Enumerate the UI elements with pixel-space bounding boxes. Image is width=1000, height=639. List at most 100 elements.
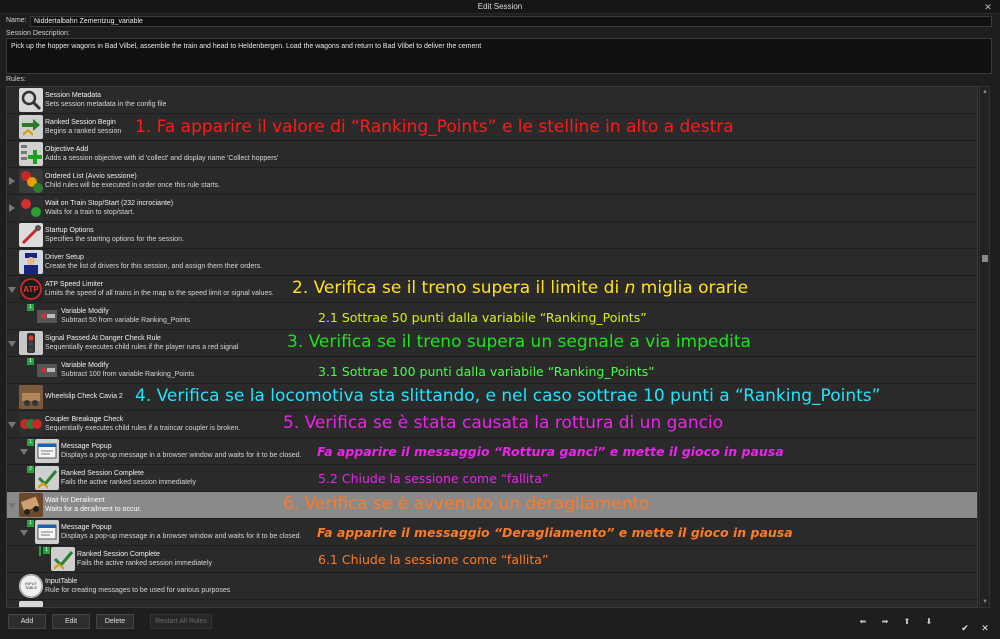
rule-row-variable-modify-50[interactable]: 1 Variable Modify Subtract 50 from varia… (7, 303, 977, 330)
rule-desc: Sequentially executes child rules if a t… (45, 425, 241, 432)
rule-row-startup-options[interactable]: Startup Options Specifies the starting o… (7, 222, 977, 249)
rule-desc: Subtract 100 from variable Ranking_Point… (61, 371, 195, 378)
rule-row-wheelslip-check[interactable]: Wheelslip Check Cavia 2 4. Verifica se l… (7, 384, 977, 411)
edit-button[interactable]: Edit (52, 614, 90, 629)
rule-desc: Begins a ranked session (45, 128, 122, 135)
name-label: Name: (6, 17, 27, 24)
title-bar: Edit Session ✕ (0, 0, 1000, 14)
annotation-2-variable: n (624, 278, 636, 298)
arrow-left-icon[interactable]: ⬅ (857, 617, 869, 627)
rules-scrollbar[interactable]: ▲ ▼ (979, 86, 990, 608)
annotation-3: 3. Verifica se il treno supera un segnal… (287, 332, 751, 352)
arrow-down-icon[interactable]: ⬇ (923, 617, 935, 627)
rule-row-signal-passed-danger[interactable]: Signal Passed At Danger Check Rule Seque… (7, 330, 977, 357)
rule-name: Session Metadata (45, 92, 102, 99)
rule-row-input-table[interactable]: INPUT TABLE InputTable Rule for creating… (7, 573, 977, 600)
rule-name: Signal Passed At Danger Check Rule (45, 335, 161, 342)
rules-list[interactable]: Session Metadata Sets session metadata i… (6, 86, 978, 608)
rule-row-message-popup-coupler[interactable]: 1 Message Popup Displays a pop-up messag… (7, 438, 977, 465)
close-icon[interactable]: ✕ (982, 1, 994, 13)
collapse-arrow-icon[interactable] (20, 449, 28, 455)
checkmark-icon[interactable]: ✔ (958, 622, 972, 635)
session-description-input[interactable]: Pick up the hopper wagons in Bad Vilbel,… (6, 38, 992, 74)
order-badge: 1 (27, 520, 34, 527)
wheelslip-icon (19, 385, 43, 409)
rule-name: Ranked Session Complete (61, 470, 144, 477)
message-popup-icon (35, 439, 59, 463)
rule-desc: Specifies the starting options for the s… (45, 236, 184, 243)
stop-start-icon (19, 196, 43, 220)
rule-row-wait-train-stop-start[interactable]: Wait on Train Stop/Start (232 incrociant… (7, 195, 977, 222)
collapse-arrow-icon[interactable] (8, 503, 16, 509)
rule-name: Message Popup (61, 524, 112, 531)
collapse-arrow-icon[interactable] (20, 530, 28, 536)
message-popup-icon (35, 520, 59, 544)
rule-name: Variable Modify (61, 308, 109, 315)
rule-row-message-popup-derailment[interactable]: 1 Message Popup Displays a pop-up messag… (7, 519, 977, 546)
rule-desc: Waits for a derailment to occur. (45, 506, 142, 513)
order-badge: 1 (43, 547, 50, 554)
delete-button[interactable]: Delete (96, 614, 134, 629)
magnifier-icon (19, 88, 43, 112)
annotation-2-start: 2. Verifica se il treno supera il limite… (292, 278, 625, 298)
variable-modify-icon (35, 304, 59, 328)
scrollbar-thumb[interactable] (982, 255, 988, 262)
rule-row-objective-add[interactable]: Objective Add Adds a session objective w… (7, 141, 977, 168)
rule-name: Driver Setup (45, 254, 84, 261)
rule-row-driver-setup[interactable]: Driver Setup Create the list of drivers … (7, 249, 977, 276)
rule-row-session-metadata[interactable]: Session Metadata Sets session metadata i… (7, 87, 977, 114)
rule-row-ranked-complete-coupler[interactable]: 2 Ranked Session Complete Fails the acti… (7, 465, 977, 492)
scroll-up-icon[interactable]: ▲ (981, 88, 989, 96)
rule-row-partial[interactable] (7, 600, 977, 607)
close-icon[interactable]: ✕ (978, 622, 992, 635)
rule-row-ordered-list[interactable]: Ordered List (Avvio sessione) Child rule… (7, 168, 977, 195)
arrow-right-icon[interactable]: ➡ (879, 617, 891, 627)
rule-desc: Displays a pop-up message in a browser w… (61, 452, 302, 459)
add-button[interactable]: Add (8, 614, 46, 629)
rule-row-variable-modify-100[interactable]: 1 Variable Modify Subtract 100 from vari… (7, 357, 977, 384)
startup-options-icon (19, 223, 43, 247)
rule-name: Objective Add (45, 146, 89, 153)
ordered-list-icon (19, 169, 43, 193)
annotation-5: 5. Verifica se è stata causata la rottur… (283, 413, 724, 433)
rule-desc: Subtract 50 from variable Ranking_Points (61, 317, 191, 324)
rule-name: Ranked Session Begin (45, 119, 116, 126)
svg-text:ATP: ATP (23, 285, 39, 294)
rule-row-wait-for-derailment[interactable]: Wait for Derailment Waits for a derailme… (7, 492, 977, 519)
rule-icon (19, 601, 43, 607)
annotation-6-1: 6.1 Chiude la sessione come “fallita” (318, 552, 549, 567)
rule-row-atp-speed-limiter[interactable]: ATP ATP Speed Limiter Limits the speed o… (7, 276, 977, 303)
rule-desc: Adds a session objective with id 'collec… (45, 155, 279, 162)
rule-name: Ordered List (Avvio sessione) (45, 173, 137, 180)
rule-desc: Child rules will be executed in order on… (45, 182, 221, 189)
rule-desc: Fails the active ranked session immediat… (61, 479, 197, 486)
rules-label: Rules: (6, 76, 26, 83)
expand-arrow-icon[interactable] (9, 177, 15, 185)
ranked-complete-icon (51, 547, 75, 571)
rule-name: InputTable (45, 578, 78, 585)
rule-desc: Displays a pop-up message in a browser w… (61, 533, 302, 540)
scroll-down-icon[interactable]: ▼ (981, 598, 989, 606)
derailment-icon (19, 493, 43, 517)
rule-name: Variable Modify (61, 362, 109, 369)
collapse-arrow-icon[interactable] (8, 422, 16, 428)
arrow-up-icon[interactable]: ⬆ (901, 617, 913, 627)
atp-icon: ATP (19, 277, 43, 301)
rule-row-ranked-session-begin[interactable]: Ranked Session Begin Begins a ranked ses… (7, 114, 977, 141)
rule-row-coupler-breakage[interactable]: Coupler Breakage Check Sequentially exec… (7, 411, 977, 438)
rule-desc: Create the list of drivers for this sess… (45, 263, 263, 270)
description-label: Session Description: (6, 30, 70, 37)
rule-desc: Rule for creating messages to be used fo… (45, 587, 231, 594)
rule-row-ranked-complete-derailment[interactable]: 1 Ranked Session Complete Fails the acti… (7, 546, 977, 573)
restart-all-rules-button[interactable]: Restart All Rules (150, 614, 212, 629)
expand-arrow-icon[interactable] (9, 204, 15, 212)
annotation-6-message: Fa apparire il messaggio “Deragliamento”… (317, 525, 793, 540)
input-table-icon-text: INPUT TABLE (24, 581, 38, 590)
rule-name: Wait on Train Stop/Start (232 incrociant… (45, 200, 174, 207)
session-name-input[interactable]: Niddertalbahn Zementzug_variable (30, 16, 992, 27)
collapse-arrow-icon[interactable] (8, 341, 16, 347)
tree-line (39, 546, 41, 556)
rule-name: ATP Speed Limiter (45, 281, 104, 288)
order-badge: 1 (27, 358, 34, 365)
collapse-arrow-icon[interactable] (8, 287, 16, 293)
